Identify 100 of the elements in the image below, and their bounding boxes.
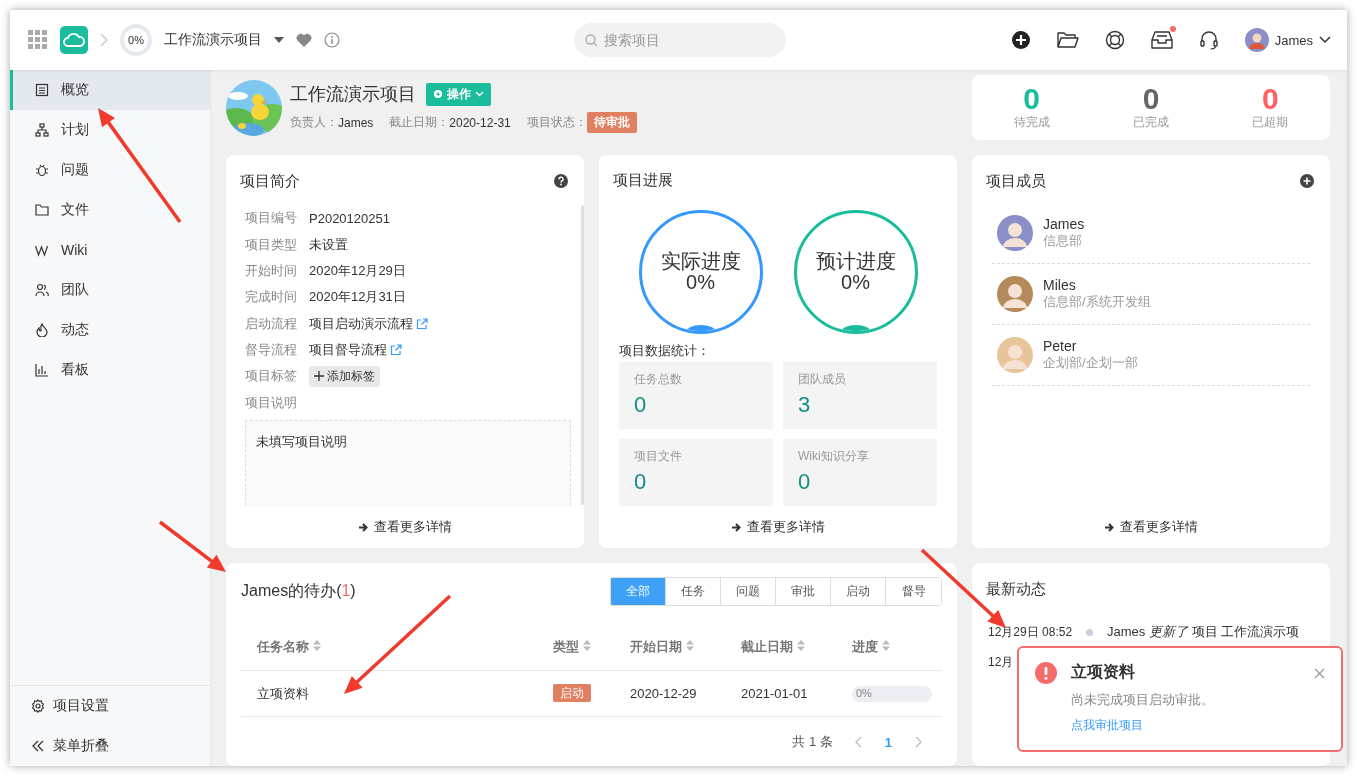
ring-label: 实际进度 bbox=[660, 251, 741, 272]
sidebar-item[interactable]: Wiki bbox=[10, 230, 210, 270]
column-header[interactable]: 任务名称 bbox=[241, 624, 537, 671]
avatar-icon bbox=[1244, 28, 1269, 52]
search-field[interactable]: 搜索项目 bbox=[573, 23, 786, 57]
external-link-icon bbox=[390, 343, 402, 356]
external-link-icon bbox=[416, 317, 428, 330]
stat-label: 待完成 bbox=[1013, 114, 1050, 131]
sidebar-item[interactable]: 文件 bbox=[10, 190, 210, 230]
stat-label: Wiki知识分享 bbox=[798, 448, 870, 465]
bug-icon bbox=[35, 163, 49, 177]
field-label: 项目类型 bbox=[245, 235, 297, 254]
folder-icon bbox=[35, 203, 49, 217]
progress-text: 0% bbox=[856, 686, 872, 699]
field-label: 督导流程 bbox=[245, 340, 297, 359]
field-value: P2020120251 bbox=[309, 210, 390, 226]
process-link[interactable]: 项目启动演示流程 bbox=[309, 314, 428, 333]
sidebar-item[interactable]: 概览 bbox=[10, 70, 210, 110]
project-name[interactable]: 工作流演示项目 bbox=[164, 31, 262, 49]
bar-chart-icon bbox=[35, 363, 49, 377]
more-details-link[interactable]: 查看更多详情 bbox=[599, 506, 957, 536]
sidebar-item[interactable]: 动态 bbox=[10, 310, 210, 350]
sort-icon bbox=[685, 640, 694, 651]
status-tag: 待审批 bbox=[586, 112, 637, 133]
annotation-arrow bbox=[158, 520, 226, 572]
stat-value: 0 bbox=[634, 469, 648, 495]
chevron-down-icon bbox=[475, 91, 484, 97]
member-name: Miles bbox=[1043, 277, 1077, 293]
field-label: 项目标签 bbox=[245, 367, 297, 386]
column-header[interactable]: 开始日期 bbox=[614, 624, 725, 671]
sidebar-item[interactable]: 团队 bbox=[10, 270, 210, 310]
notification-title: 立项资料 bbox=[1071, 662, 1136, 682]
process-link[interactable]: 项目督导流程 bbox=[309, 340, 402, 359]
arrow-right-icon bbox=[358, 521, 369, 533]
more-details-link[interactable]: 查看更多详情 bbox=[226, 506, 584, 536]
column-header[interactable]: 截止日期 bbox=[725, 624, 836, 671]
status-label: 项目状态： bbox=[526, 114, 587, 131]
progress-ring: 0% bbox=[120, 24, 152, 56]
type-tag: 启动 bbox=[553, 684, 591, 702]
card-title: 项目简介 bbox=[240, 171, 300, 191]
arrow-right-icon bbox=[1104, 521, 1115, 533]
member-department: 企划部/企划一部 bbox=[1043, 354, 1138, 372]
info-icon[interactable] bbox=[324, 32, 340, 48]
stat-value: 0 bbox=[798, 469, 812, 495]
double-chevron-left-icon bbox=[31, 739, 45, 753]
sort-icon bbox=[312, 640, 321, 651]
due-label: 截止日期： bbox=[389, 114, 450, 131]
stat-value: 0 bbox=[1023, 84, 1040, 114]
folder-icon[interactable] bbox=[1056, 31, 1079, 49]
stat-label: 已完成 bbox=[1133, 114, 1169, 131]
stat-label: 团队成员 bbox=[798, 371, 847, 388]
chevron-down-icon bbox=[1319, 36, 1331, 44]
help-icon[interactable] bbox=[554, 174, 568, 188]
stat-label: 已超期 bbox=[1252, 114, 1289, 131]
column-header[interactable]: 类型 bbox=[537, 624, 614, 671]
close-icon[interactable] bbox=[1314, 668, 1325, 679]
wiki-icon bbox=[35, 243, 49, 257]
headset-icon[interactable] bbox=[1198, 30, 1219, 50]
stat-value: 3 bbox=[798, 392, 812, 418]
activity-time: 12月29日 08:52 bbox=[988, 623, 1072, 641]
user-menu[interactable]: James bbox=[1244, 28, 1331, 52]
sitemap-icon bbox=[35, 123, 49, 137]
ring-value: 0% bbox=[841, 272, 870, 293]
inbox-icon[interactable] bbox=[1150, 30, 1173, 50]
lifebuoy-icon[interactable] bbox=[1104, 30, 1125, 50]
ring-label: 预计进度 bbox=[815, 251, 896, 272]
card-title: 项目成员 bbox=[986, 171, 1046, 191]
sidebar-item[interactable]: 问题 bbox=[10, 150, 210, 190]
add-icon[interactable] bbox=[1300, 174, 1314, 188]
more-details-link[interactable]: 查看更多详情 bbox=[972, 506, 1330, 536]
sidebar-item[interactable]: 看板 bbox=[10, 350, 210, 390]
activity-text: James 更新了 项目 工作流演示项 bbox=[1107, 623, 1300, 641]
warning-icon bbox=[1035, 662, 1057, 684]
table-cell: 2020-12-29 bbox=[614, 670, 725, 717]
member-department: 信息部 bbox=[1043, 232, 1083, 250]
card-title: 项目进展 bbox=[613, 171, 673, 190]
sidebar-item[interactable]: 菜单折叠 bbox=[10, 726, 210, 766]
gear-icon bbox=[433, 89, 443, 99]
caret-icon[interactable] bbox=[274, 37, 284, 43]
sidebar-item[interactable]: 计划 bbox=[10, 110, 210, 150]
ring-value: 0% bbox=[686, 272, 715, 293]
timeline-dot bbox=[1086, 628, 1093, 636]
stat-label: 项目文件 bbox=[634, 448, 683, 465]
search-icon bbox=[584, 34, 598, 47]
list-icon bbox=[35, 83, 49, 97]
owner-label: 负责人： bbox=[290, 114, 338, 131]
owner-name: James bbox=[338, 115, 374, 130]
add-icon[interactable] bbox=[1010, 30, 1031, 50]
table-cell: 2021-01-01 bbox=[725, 670, 836, 717]
due-date: 2020-12-31 bbox=[449, 115, 511, 130]
member-name: James bbox=[1043, 216, 1085, 232]
field-value: 2020年12月31日 bbox=[309, 288, 406, 307]
sidebar-item[interactable]: 项目设置 bbox=[10, 686, 210, 726]
sort-icon bbox=[582, 640, 591, 651]
add-tag-button[interactable]: 添加标签 bbox=[309, 365, 380, 387]
heart-icon[interactable] bbox=[296, 33, 312, 47]
column-header[interactable]: 进度 bbox=[836, 624, 942, 671]
total-count: 共 1 条 bbox=[792, 733, 833, 751]
flame-icon bbox=[35, 323, 49, 337]
people-icon bbox=[35, 283, 49, 297]
